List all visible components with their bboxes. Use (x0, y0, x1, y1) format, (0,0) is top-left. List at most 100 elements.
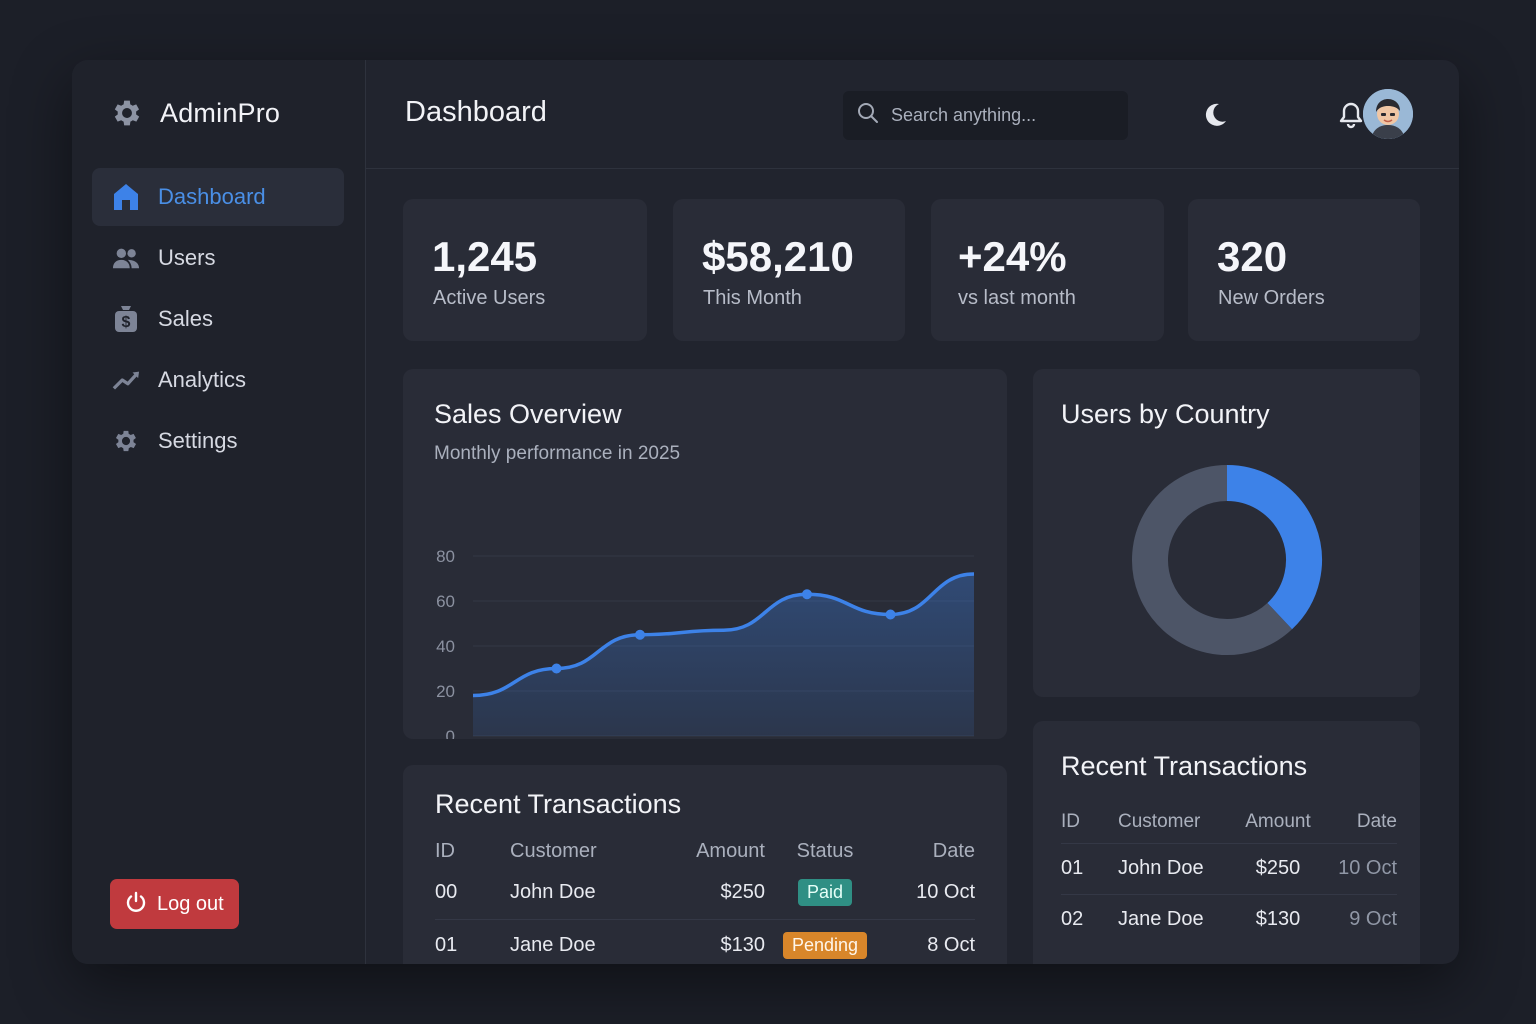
stat-card-new-orders: 320 New Orders (1188, 199, 1420, 341)
transactions-side-table: ID Customer Amount Date 01 John Doe $250… (1061, 801, 1397, 945)
sidebar-item-label: Settings (158, 428, 238, 453)
trend-icon (112, 366, 140, 394)
sidebar-item-label: Users (158, 245, 216, 270)
table-row[interactable]: 00 John Doe $250 Paid 10 Oct (435, 867, 975, 919)
cell-customer: John Doe (510, 881, 596, 904)
stat-value: 320 (1217, 233, 1288, 280)
card-title: Recent Transactions (435, 789, 682, 819)
sidebar-item-dashboard[interactable]: Dashboard (92, 168, 344, 226)
stat-label: New Orders (1218, 287, 1325, 309)
users-icon (112, 244, 140, 272)
data-point[interactable] (635, 629, 645, 640)
series-area (473, 574, 974, 736)
column-header-customer: Customer (1118, 810, 1201, 832)
cell-amount: $130 (1255, 908, 1301, 931)
card-title: Recent Transactions (1061, 751, 1308, 781)
sidebar-nav: Dashboard Users $ Sales Analytics Settin… (92, 168, 344, 473)
gear-icon (110, 96, 144, 130)
stat-label: vs last month (958, 287, 1076, 309)
cell-amount: $250 (1255, 857, 1301, 879)
cell-customer: John Doe (1118, 857, 1204, 879)
stat-label: Active Users (433, 287, 546, 309)
gear-icon (112, 427, 140, 455)
top-header: Dashboard (366, 60, 1459, 169)
brand-name: AdminPro (160, 97, 281, 128)
moon-icon[interactable] (1200, 100, 1230, 130)
column-header-amount: Amount (1245, 810, 1311, 832)
table-header-row: ID Customer Amount Date (1061, 801, 1397, 843)
y-tick-label: 60 (436, 592, 455, 611)
sidebar: AdminPro Dashboard Users $ Sales Analyti… (72, 60, 366, 964)
donut-slice[interactable] (1226, 465, 1322, 630)
users-by-country-card: Users by Country (1033, 369, 1420, 697)
table-row[interactable]: 01 Jane Doe $130 Pending 8 Oct (435, 919, 975, 964)
brand[interactable]: AdminPro (110, 96, 280, 130)
search-input[interactable] (891, 105, 1111, 126)
cell-date: 10 Oct (916, 881, 975, 904)
cell-status: Pending (765, 919, 885, 964)
cell-amount: $130 (720, 933, 766, 956)
column-header-status: Status (796, 839, 854, 862)
column-header-date: Date (1356, 810, 1397, 832)
status-badge-paid: Paid (797, 879, 853, 907)
cell-amount: $250 (720, 881, 766, 904)
column-header-id: ID (435, 839, 455, 862)
search-icon (857, 102, 879, 129)
stat-card-active-users: 1,245 Active Users (403, 199, 647, 341)
sidebar-item-users[interactable]: Users (92, 229, 344, 287)
sidebar-item-analytics[interactable]: Analytics (92, 351, 344, 409)
column-header-customer: Customer (510, 839, 597, 862)
cell-id: 00 (435, 881, 458, 904)
status-badge-pending: Pending (782, 931, 868, 959)
cell-customer: Jane Doe (1118, 908, 1204, 931)
cell-date: 10 Oct (1338, 857, 1397, 879)
dollar-bag-icon: $ (112, 305, 140, 333)
stat-card-revenue: $58,210 This Month (673, 199, 905, 341)
stat-card-growth: +24% vs last month (931, 199, 1164, 341)
avatar-image (1363, 89, 1413, 139)
y-tick-label: 0 (446, 727, 455, 739)
bell-icon[interactable] (1336, 100, 1366, 130)
sidebar-item-label: Dashboard (158, 184, 266, 209)
stat-value: 1,245 (432, 233, 538, 280)
sidebar-item-sales[interactable]: $ Sales (92, 290, 344, 348)
sales-overview-card: Sales Overview Monthly performance in 20… (403, 369, 1007, 739)
sidebar-item-label: Sales (158, 306, 214, 331)
transactions-table: ID Customer Amount Status Date 00 John D… (435, 835, 975, 964)
y-tick-label: 20 (436, 682, 455, 701)
transactions-side-card: Recent Transactions ID Customer Amount D… (1033, 721, 1420, 964)
column-header-amount: Amount (696, 839, 765, 862)
logout-label: Log out (157, 892, 224, 915)
data-point[interactable] (885, 609, 896, 620)
home-icon (112, 183, 140, 211)
sidebar-item-label: Analytics (158, 367, 247, 392)
stat-value: +24% (958, 233, 1067, 280)
page-title: Dashboard (405, 96, 547, 128)
power-icon (125, 891, 147, 918)
cell-customer: Jane Doe (510, 933, 596, 956)
stat-value: $58,210 (702, 233, 854, 280)
table-header-row: ID Customer Amount Status Date (435, 835, 975, 867)
cell-id: 01 (435, 933, 458, 956)
data-point[interactable] (551, 663, 562, 674)
sidebar-item-settings[interactable]: Settings (92, 412, 344, 470)
avatar[interactable] (1363, 89, 1413, 139)
y-tick-label: 80 (436, 547, 455, 566)
logout-button[interactable]: Log out (110, 879, 239, 929)
cell-date: 9 Oct (1349, 908, 1397, 931)
transactions-card: Recent Transactions ID Customer Amount S… (403, 765, 1007, 964)
column-header-id: ID (1061, 810, 1080, 832)
column-header-date: Date (932, 839, 975, 862)
table-row[interactable]: 02 Jane Doe $130 9 Oct (1061, 894, 1397, 945)
app-window: AdminPro Dashboard Users $ Sales Analyti… (72, 60, 1459, 964)
donut-chart (1132, 465, 1322, 655)
svg-text:$: $ (122, 314, 131, 331)
data-point[interactable] (802, 589, 812, 600)
table-row[interactable]: 01 John Doe $250 10 Oct (1061, 843, 1397, 894)
y-tick-label: 40 (436, 637, 455, 656)
cell-id: 01 (1061, 857, 1084, 879)
stat-label: This Month (703, 287, 802, 309)
search-box[interactable] (843, 91, 1128, 140)
cell-id: 02 (1061, 908, 1084, 931)
cell-status: Paid (765, 867, 885, 919)
